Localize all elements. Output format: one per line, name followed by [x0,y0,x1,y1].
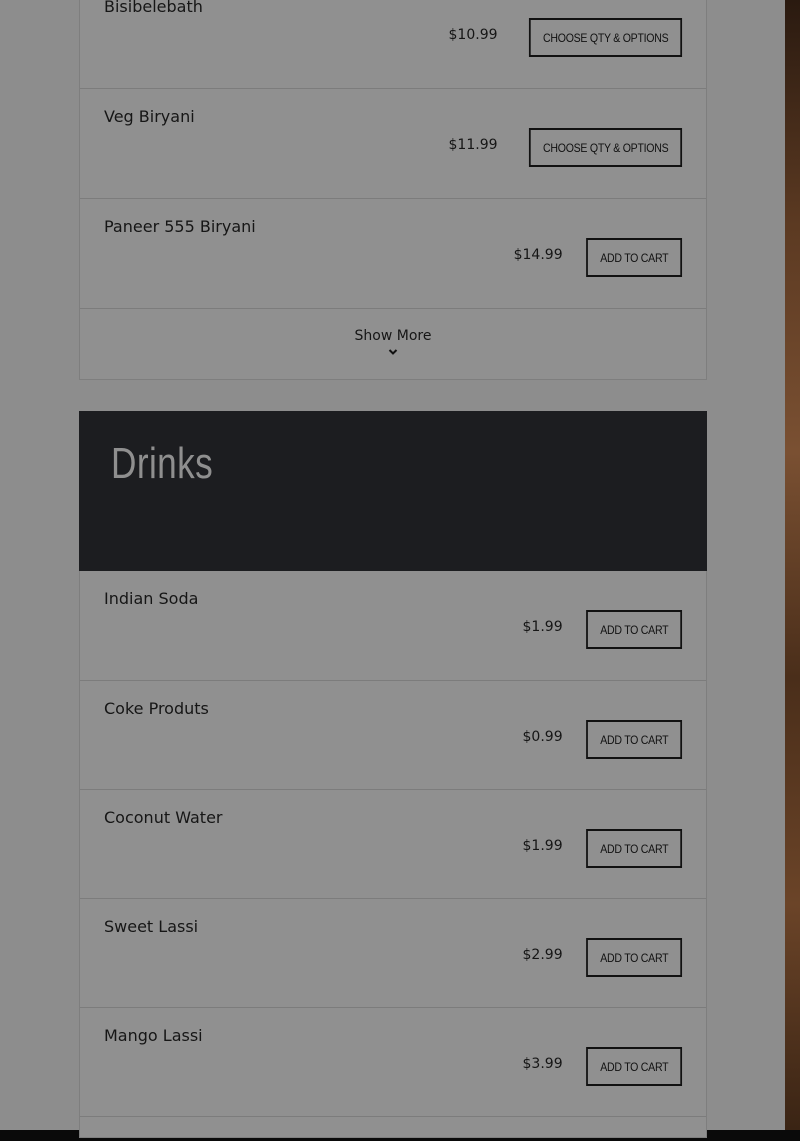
item-name: Veg Biryani [104,107,195,126]
item-price-row: $3.99 Add to cart [523,1047,682,1086]
item-price: $2.99 [522,947,563,963]
add-to-cart-button[interactable]: Add to cart [585,829,682,868]
item-price-row: $11.99 Choose Qty & Options [449,128,682,167]
menu-item: Sweet Lassi $2.99 Add to cart [80,899,706,1008]
item-price-row: $14.99 Add to cart [514,238,682,277]
drinks-panel: Indian Soda $1.99 Add to cart Coke Produ… [79,571,707,1138]
item-price: $11.99 [448,137,498,153]
category-title: Drinks [111,439,214,488]
menu-item: Veg Biryani $11.99 Choose Qty & Options [80,89,706,199]
menu-section-panel: Bisibelebath $10.99 Choose Qty & Options… [79,0,707,380]
item-price-row: $2.99 Add to cart [523,938,682,977]
item-price: $14.99 [513,247,563,263]
menu-item: Mango Lassi $3.99 Add to cart [80,1008,706,1117]
item-price: $10.99 [448,27,498,43]
item-name: Bisibelebath [104,0,203,16]
show-more-label: Show More [354,328,432,344]
item-name: Paneer 555 Biryani [104,217,256,236]
item-name: Coke Produts [104,699,209,718]
background-image-strip [785,0,800,1130]
choose-options-button[interactable]: Choose Qty & Options [528,128,682,167]
add-to-cart-button[interactable]: Add to cart [585,610,682,649]
chevron-down-icon [388,349,398,355]
add-to-cart-button[interactable]: Add to cart [585,938,682,977]
item-price: $1.99 [522,838,563,854]
item-name: Sweet Lassi [104,917,199,936]
menu-item: Coconut Water $1.99 Add to cart [80,790,706,899]
item-price-row: $1.99 Add to cart [523,610,682,649]
choose-options-button[interactable]: Choose Qty & Options [528,18,682,57]
menu-item: Bisibelebath $10.99 Choose Qty & Options [80,0,706,89]
category-header: Drinks [79,411,707,571]
add-to-cart-button[interactable]: Add to cart [585,1047,682,1086]
add-to-cart-button[interactable]: Add to cart [585,720,682,759]
item-price-row: $10.99 Choose Qty & Options [449,18,682,57]
menu-item: Coke Produts $0.99 Add to cart [80,681,706,790]
item-name: Indian Soda [104,589,199,608]
item-name: Mango Lassi [104,1026,203,1045]
menu-item: Paneer 555 Biryani $14.99 Add to cart [80,199,706,309]
item-price: $3.99 [522,1056,563,1072]
show-more-button[interactable]: Show More [80,309,706,379]
item-name: Coconut Water [104,808,223,827]
item-price: $0.99 [522,729,563,745]
item-price-row: $0.99 Add to cart [523,720,682,759]
menu-item: Indian Soda $1.99 Add to cart [80,571,706,681]
add-to-cart-button[interactable]: Add to cart [585,238,682,277]
item-price-row: $1.99 Add to cart [523,829,682,868]
menu-item-partial [80,1117,706,1137]
item-price: $1.99 [522,619,563,635]
